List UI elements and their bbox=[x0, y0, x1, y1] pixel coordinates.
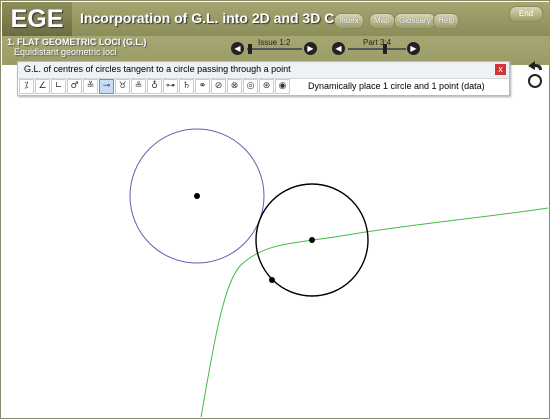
help-button[interactable]: Help bbox=[433, 13, 460, 29]
glossary-button[interactable]: Glossary bbox=[394, 13, 436, 29]
issue-label: Issue 1:2 bbox=[258, 38, 291, 47]
section-title: 1. FLAT GEOMETRIC LOCI (G.L.) bbox=[7, 37, 147, 47]
ege-logo: EGE bbox=[2, 2, 72, 36]
data-point[interactable] bbox=[269, 277, 275, 283]
part-slider-track[interactable] bbox=[348, 48, 406, 50]
tool-icon-10[interactable]: ⊶ bbox=[163, 79, 178, 94]
end-button[interactable]: End bbox=[509, 6, 543, 22]
reset-controls bbox=[525, 59, 545, 89]
tool-icon-9[interactable]: ♁ bbox=[147, 79, 162, 94]
issue-prev-button[interactable]: ◀ bbox=[231, 42, 244, 55]
tool-icons: ⁒ ∠ ∟ ♂ ≚ ⊸ ♉ ≗ ♁ ⊶ ♄ ⚭ ⊘ ⊗ ◎ ⊛ ◉ bbox=[19, 79, 291, 94]
tool-icon-2[interactable]: ∠ bbox=[35, 79, 50, 94]
toolbar-header: G.L. of centres of circles tangent to a … bbox=[18, 62, 509, 79]
construction-toolbar: G.L. of centres of circles tangent to a … bbox=[17, 61, 510, 96]
tool-icon-14[interactable]: ⊗ bbox=[227, 79, 242, 94]
tangent-circle-center[interactable] bbox=[309, 237, 315, 243]
tool-icon-12[interactable]: ⚭ bbox=[195, 79, 210, 94]
tool-icon-6[interactable]: ⊸ bbox=[99, 79, 114, 94]
issue-slider-thumb[interactable] bbox=[248, 44, 252, 54]
tool-icon-16[interactable]: ⊛ bbox=[259, 79, 274, 94]
tool-icon-3[interactable]: ∟ bbox=[51, 79, 66, 94]
section-subtitle: Equidistant geometric loci bbox=[14, 47, 117, 57]
issue-next-button[interactable]: ▶ bbox=[304, 42, 317, 55]
tool-icon-4[interactable]: ♂ bbox=[67, 79, 82, 94]
tool-icon-13[interactable]: ⊘ bbox=[211, 79, 226, 94]
data-circle-center[interactable] bbox=[194, 193, 200, 199]
tool-icon-5[interactable]: ≚ bbox=[83, 79, 98, 94]
index-button[interactable]: Index bbox=[334, 13, 364, 29]
part-next-button[interactable]: ▶ bbox=[407, 42, 420, 55]
page-title: Incorporation of G.L. into 2D and 3D CAD bbox=[80, 10, 355, 26]
locus-curve bbox=[200, 207, 548, 417]
tool-icon-7[interactable]: ♉ bbox=[115, 79, 130, 94]
tool-icon-11[interactable]: ♄ bbox=[179, 79, 194, 94]
title-bar: Incorporation of G.L. into 2D and 3D CAD… bbox=[72, 2, 550, 36]
header: EGE Incorporation of G.L. into 2D and 3D… bbox=[2, 2, 550, 65]
toolbar-title: G.L. of centres of circles tangent to a … bbox=[24, 64, 291, 74]
drawing-canvas[interactable] bbox=[2, 96, 548, 417]
issue-slider-track[interactable] bbox=[247, 48, 302, 50]
tool-icon-15[interactable]: ◎ bbox=[243, 79, 258, 94]
map-button[interactable]: Map bbox=[369, 13, 395, 29]
part-prev-button[interactable]: ◀ bbox=[332, 42, 345, 55]
part-slider-thumb[interactable] bbox=[383, 44, 387, 54]
undo-arrow-icon[interactable] bbox=[528, 61, 542, 70]
tool-icon-8[interactable]: ≗ bbox=[131, 79, 146, 94]
close-icon[interactable]: x bbox=[495, 64, 506, 75]
status-text: Dynamically place 1 circle and 1 point (… bbox=[308, 81, 485, 91]
refresh-icon[interactable] bbox=[528, 74, 542, 88]
tool-icon-1[interactable]: ⁒ bbox=[19, 79, 34, 94]
tool-icon-17[interactable]: ◉ bbox=[275, 79, 290, 94]
app-window: EGE Incorporation of G.L. into 2D and 3D… bbox=[0, 0, 550, 419]
